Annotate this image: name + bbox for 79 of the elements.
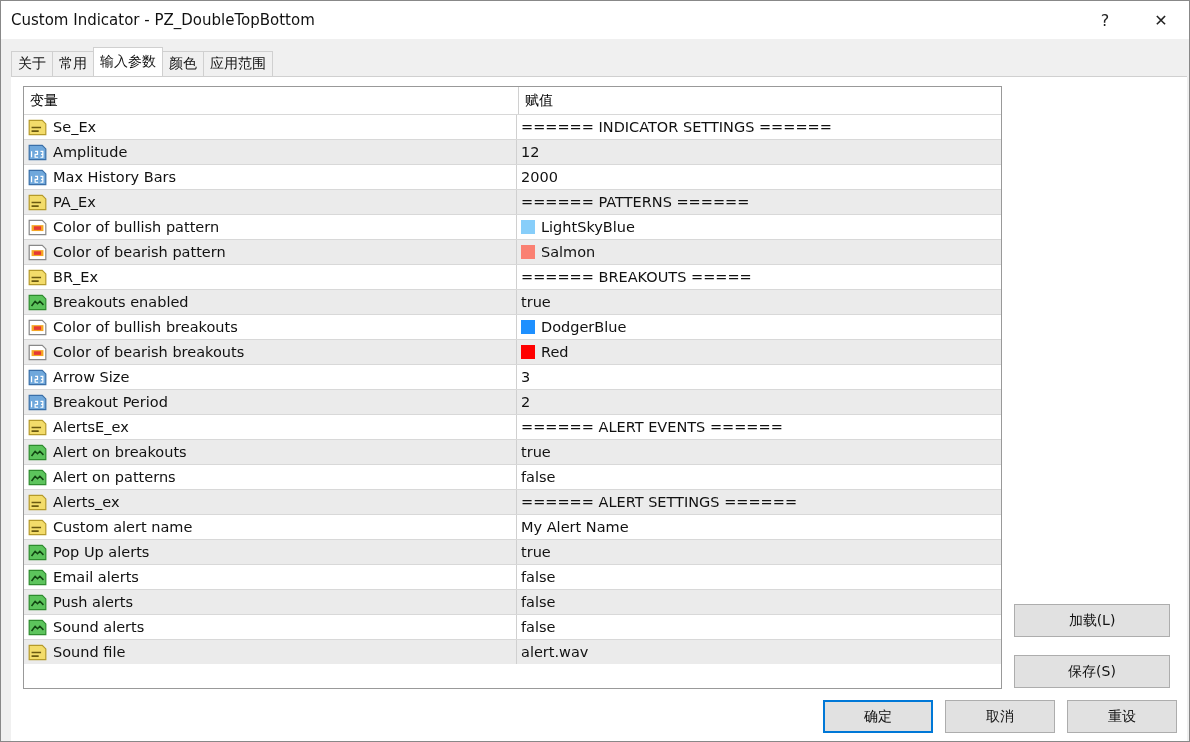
- parameter-value[interactable]: Red: [541, 344, 569, 360]
- boolean-type-icon: [28, 617, 47, 637]
- dialog-button[interactable]: 确定: [823, 700, 933, 733]
- parameter-value[interactable]: 2: [521, 394, 531, 410]
- parameter-name: Breakout Period: [53, 394, 168, 410]
- parameter-name: Arrow Size: [53, 369, 130, 385]
- parameter-value[interactable]: 3: [521, 369, 531, 385]
- parameter-name: Push alerts: [53, 594, 134, 610]
- parameter-name: Color of bearish breakouts: [53, 344, 245, 360]
- dialog-button[interactable]: 重设: [1067, 700, 1177, 733]
- side-button[interactable]: 加载(L): [1014, 604, 1170, 637]
- boolean-type-icon: [28, 567, 47, 587]
- parameter-name: Alert on patterns: [53, 469, 176, 485]
- parameter-name: Color of bullish pattern: [53, 219, 220, 235]
- boolean-type-icon: [28, 442, 47, 462]
- parameter-value[interactable]: Salmon: [541, 244, 596, 260]
- text-type-icon: [28, 517, 47, 537]
- parameter-value[interactable]: 2000: [521, 169, 558, 185]
- side-button[interactable]: 保存(S): [1014, 655, 1170, 688]
- parameter-name: Amplitude: [53, 144, 128, 160]
- parameter-value[interactable]: My Alert Name: [521, 519, 629, 535]
- color-type-icon: [28, 317, 47, 337]
- boolean-type-icon: [28, 467, 47, 487]
- number-type-icon: [28, 367, 47, 387]
- parameter-value[interactable]: false: [521, 569, 556, 585]
- close-button[interactable]: ✕: [1133, 1, 1189, 39]
- parameter-name: Pop Up alerts: [53, 544, 150, 560]
- text-type-icon: [28, 117, 47, 137]
- text-type-icon: [28, 492, 47, 512]
- color-type-icon: [28, 242, 47, 262]
- parameter-value[interactable]: DodgerBlue: [541, 319, 627, 335]
- help-button[interactable]: ?: [1077, 1, 1133, 39]
- parameter-value[interactable]: false: [521, 469, 556, 485]
- parameter-value[interactable]: ====== ALERT EVENTS ======: [521, 419, 783, 435]
- text-type-icon: [28, 417, 47, 437]
- dialog-button[interactable]: 取消: [945, 700, 1055, 733]
- parameter-name: Se_Ex: [53, 119, 97, 135]
- color-type-icon: [28, 217, 47, 237]
- parameter-name: Sound file: [53, 644, 126, 660]
- parameter-value[interactable]: ====== ALERT SETTINGS ======: [521, 494, 798, 510]
- parameter-name: Custom alert name: [53, 519, 193, 535]
- number-type-icon: [28, 142, 47, 162]
- parameter-value[interactable]: true: [521, 294, 551, 310]
- column-header: 变量: [24, 87, 519, 114]
- parameter-name: Alert on breakouts: [53, 444, 187, 460]
- text-type-icon: [28, 267, 47, 287]
- tab[interactable]: 应用范围: [203, 51, 273, 76]
- parameter-value[interactable]: alert.wav: [521, 644, 589, 660]
- parameter-name: Breakouts enabled: [53, 294, 189, 310]
- parameter-value[interactable]: LightSkyBlue: [541, 219, 635, 235]
- parameter-value[interactable]: ====== INDICATOR SETTINGS ======: [521, 119, 832, 135]
- parameter-value[interactable]: ====== PATTERNS ======: [521, 194, 750, 210]
- parameter-name: AlertsE_ex: [53, 419, 129, 435]
- color-type-icon: [28, 342, 47, 362]
- text-type-icon: [28, 192, 47, 212]
- parameter-value[interactable]: false: [521, 619, 556, 635]
- parameter-name: Email alerts: [53, 569, 139, 585]
- parameter-name: Color of bearish pattern: [53, 244, 226, 260]
- parameter-name: PA_Ex: [53, 194, 96, 210]
- number-type-icon: [28, 392, 47, 412]
- parameter-value[interactable]: false: [521, 594, 556, 610]
- parameter-name: Alerts_ex: [53, 494, 120, 510]
- tab[interactable]: 关于: [11, 51, 53, 76]
- parameter-name: BR_Ex: [53, 269, 98, 285]
- parameter-value[interactable]: ====== BREAKOUTS =====: [521, 269, 752, 285]
- window-title: Custom Indicator - PZ_DoubleTopBottom: [11, 11, 316, 29]
- parameter-value[interactable]: true: [521, 444, 551, 460]
- parameter-name: Sound alerts: [53, 619, 145, 635]
- parameter-name: Color of bullish breakouts: [53, 319, 238, 335]
- text-type-icon: [28, 642, 47, 662]
- column-header: 赋值: [524, 90, 554, 110]
- tab[interactable]: 输入参数: [93, 47, 163, 76]
- parameter-name: Max History Bars: [53, 169, 177, 185]
- boolean-type-icon: [28, 542, 47, 562]
- boolean-type-icon: [28, 592, 47, 612]
- parameter-value[interactable]: 12: [521, 144, 540, 160]
- number-type-icon: [28, 167, 47, 187]
- boolean-type-icon: [28, 292, 47, 312]
- parameter-value[interactable]: true: [521, 544, 551, 560]
